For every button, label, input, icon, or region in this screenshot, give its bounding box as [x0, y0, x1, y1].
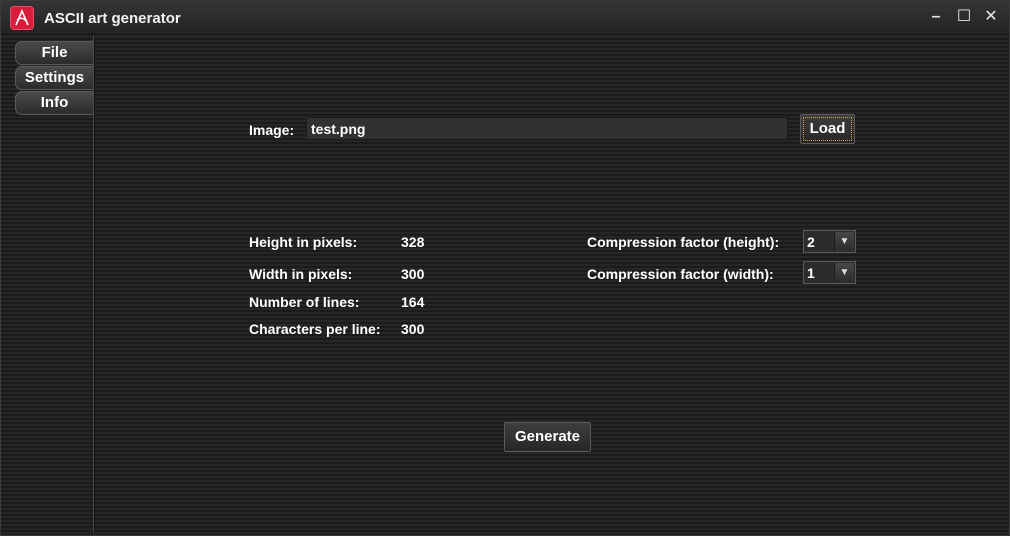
sidebar-item-info[interactable]: Info: [15, 91, 93, 115]
image-path-input[interactable]: [306, 117, 788, 140]
height-label: Height in pixels:: [249, 234, 358, 250]
width-value: 300: [401, 266, 425, 282]
compression-height-value: 2: [807, 234, 815, 250]
chars-per-line-value: 300: [401, 321, 425, 337]
chevron-down-icon: ▼: [834, 263, 854, 282]
image-label: Image:: [249, 122, 295, 138]
maximize-icon[interactable]: ☐: [954, 7, 974, 27]
compression-height-select[interactable]: 2 ▼: [803, 230, 856, 253]
focus-ring: [803, 117, 852, 141]
minimize-icon[interactable]: –: [926, 7, 946, 27]
compression-width-label: Compression factor (width):: [587, 266, 774, 282]
compression-height-label: Compression factor (height):: [587, 234, 780, 250]
load-button[interactable]: Load: [800, 114, 855, 144]
height-value: 328: [401, 234, 425, 250]
close-icon[interactable]: ✕: [981, 7, 1001, 27]
window-title: ASCII art generator: [44, 10, 181, 27]
sidebar-divider: [93, 36, 95, 532]
sidebar-item-settings[interactable]: Settings: [15, 66, 93, 90]
sidebar-item-file[interactable]: File: [15, 41, 93, 65]
lines-value: 164: [401, 294, 425, 310]
compression-width-value: 1: [807, 265, 815, 281]
generate-button[interactable]: Generate: [504, 422, 591, 452]
width-label: Width in pixels:: [249, 266, 353, 282]
chars-per-line-label: Characters per line:: [249, 321, 381, 337]
lines-label: Number of lines:: [249, 294, 360, 310]
compression-width-select[interactable]: 1 ▼: [803, 261, 856, 284]
app-window: ASCII art generator – ☐ ✕ File Settings …: [0, 0, 1010, 536]
title-bar[interactable]: ASCII art generator – ☐ ✕: [1, 1, 1009, 35]
app-logo-icon: [10, 6, 34, 30]
main-body: File Settings Info Image: Load Height in…: [1, 36, 1009, 535]
sidebar: File Settings Info: [1, 36, 97, 535]
chevron-down-icon: ▼: [834, 232, 854, 251]
